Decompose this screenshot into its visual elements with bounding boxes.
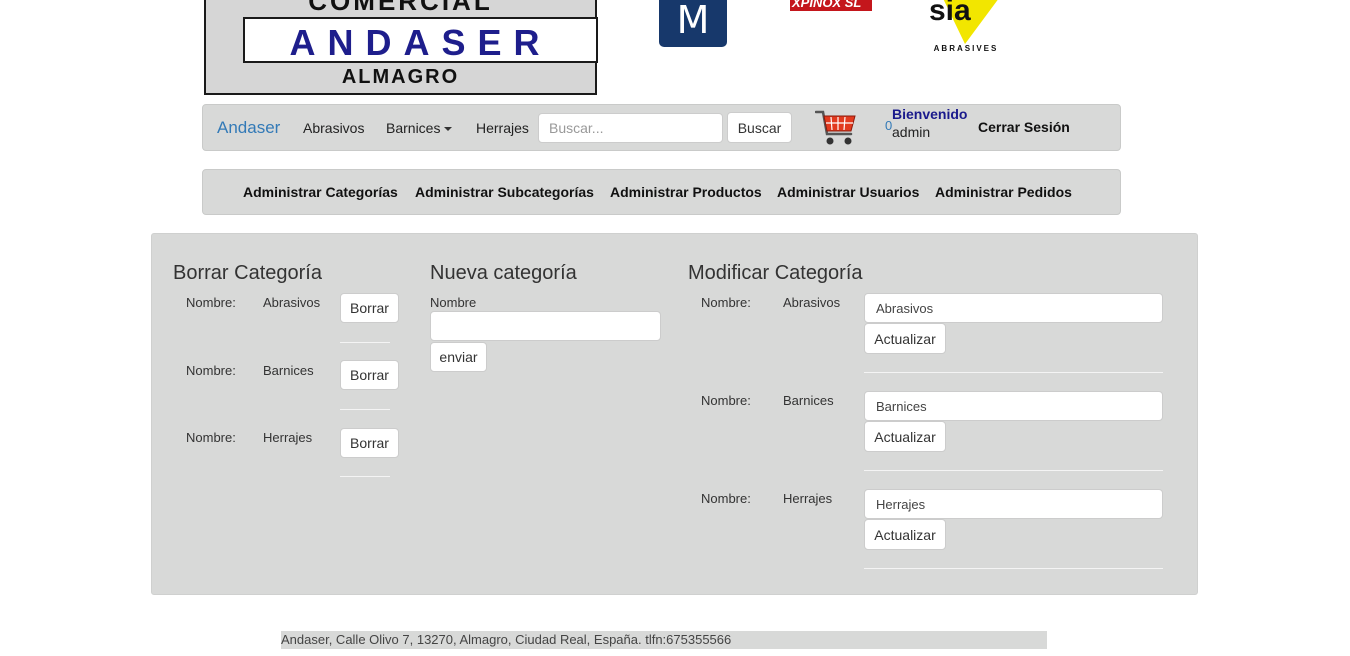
delete-row-label: Nombre: <box>186 363 236 378</box>
m-brand-logo: M <box>659 0 727 47</box>
nav-dropdown-barnices-label: Barnices <box>386 120 441 136</box>
divider <box>864 372 1163 373</box>
main-navbar: Andaser Abrasivos Barnices Herrajes Busc… <box>202 104 1121 151</box>
welcome-text: Bienvenido <box>892 106 968 122</box>
modify-input-barnices[interactable] <box>864 391 1163 421</box>
nav-link-abrasivos[interactable]: Abrasivos <box>303 120 364 136</box>
delete-row-label: Nombre: <box>186 430 236 445</box>
footer-address: Andaser, Calle Olivo 7, 13270, Almagro, … <box>281 631 1047 649</box>
delete-button-barnices[interactable]: Borrar <box>340 360 399 390</box>
search-input[interactable] <box>538 113 723 143</box>
sia-abrasives-logo: sia ABRASIVES <box>925 0 1007 56</box>
delete-button-herrajes[interactable]: Borrar <box>340 428 399 458</box>
divider <box>340 342 390 343</box>
shopping-cart-icon[interactable] <box>815 108 857 148</box>
new-category-name-label: Nombre <box>430 295 477 310</box>
xpinox-brand-logo-text: XPINOX SL <box>792 0 862 10</box>
m-brand-logo-text: M <box>676 0 710 42</box>
divider <box>864 470 1163 471</box>
submit-new-category-button[interactable]: enviar <box>430 342 487 372</box>
delete-row-label: Nombre: <box>186 295 236 310</box>
delete-button-abrasivos[interactable]: Borrar <box>340 293 399 323</box>
delete-row-name: Abrasivos <box>263 295 321 310</box>
update-button-abrasivos[interactable]: Actualizar <box>864 323 946 354</box>
modify-input-abrasivos[interactable] <box>864 293 1163 323</box>
modify-category-title: Modificar Categoría <box>688 262 863 284</box>
logo-andaser-box: ANDASER <box>243 17 598 63</box>
modify-row-name: Barnices <box>783 393 834 408</box>
sia-triangle-icon: sia <box>929 0 998 44</box>
delete-row-name: Barnices <box>263 363 314 378</box>
modify-input-herrajes[interactable] <box>864 489 1163 519</box>
logo-andaser-text: ANDASER <box>289 22 552 63</box>
sia-tagline: ABRASIVES <box>933 44 999 53</box>
modify-row-name: Herrajes <box>783 491 833 506</box>
logo-almagro-text: ALMAGRO <box>341 66 460 88</box>
svg-text:sia: sia <box>929 0 971 27</box>
nav-dropdown-barnices[interactable]: Barnices <box>386 120 453 136</box>
new-category-title: Nueva categoría <box>430 262 577 284</box>
divider <box>340 476 390 477</box>
logo-comercial-text: COMERCIAL <box>308 0 493 16</box>
divider <box>864 568 1163 569</box>
divider <box>340 409 390 410</box>
delete-category-title: Borrar Categoría <box>173 262 322 284</box>
modify-row-label: Nombre: <box>701 295 751 310</box>
admin-link-subcategorias[interactable]: Administrar Subcategorías <box>415 184 594 200</box>
admin-link-pedidos[interactable]: Administrar Pedidos <box>935 184 1072 200</box>
category-admin-panel: Borrar Categoría Nombre: Abrasivos Borra… <box>151 233 1198 595</box>
admin-link-categorias[interactable]: Administrar Categorías <box>243 184 398 200</box>
admin-link-productos[interactable]: Administrar Productos <box>610 184 762 200</box>
andaser-logo: COMERCIAL ANDASER ALMAGRO <box>204 0 598 95</box>
delete-row-name: Herrajes <box>263 430 313 445</box>
update-button-barnices[interactable]: Actualizar <box>864 421 946 452</box>
navbar-brand[interactable]: Andaser <box>217 119 280 137</box>
search-button[interactable]: Buscar <box>727 112 792 143</box>
logout-link[interactable]: Cerrar Sesión <box>978 119 1070 135</box>
update-button-herrajes[interactable]: Actualizar <box>864 519 946 550</box>
username-text: admin <box>892 124 931 140</box>
xpinox-brand-logo: XPINOX SL <box>790 0 872 11</box>
modify-row-label: Nombre: <box>701 393 751 408</box>
nav-link-herrajes[interactable]: Herrajes <box>476 120 529 136</box>
modify-row-label: Nombre: <box>701 491 751 506</box>
modify-row-name: Abrasivos <box>783 295 841 310</box>
caret-down-icon <box>444 127 453 132</box>
new-category-name-input[interactable] <box>430 311 661 341</box>
admin-link-usuarios[interactable]: Administrar Usuarios <box>777 184 919 200</box>
admin-menu-bar: Administrar Categorías Administrar Subca… <box>202 169 1121 215</box>
